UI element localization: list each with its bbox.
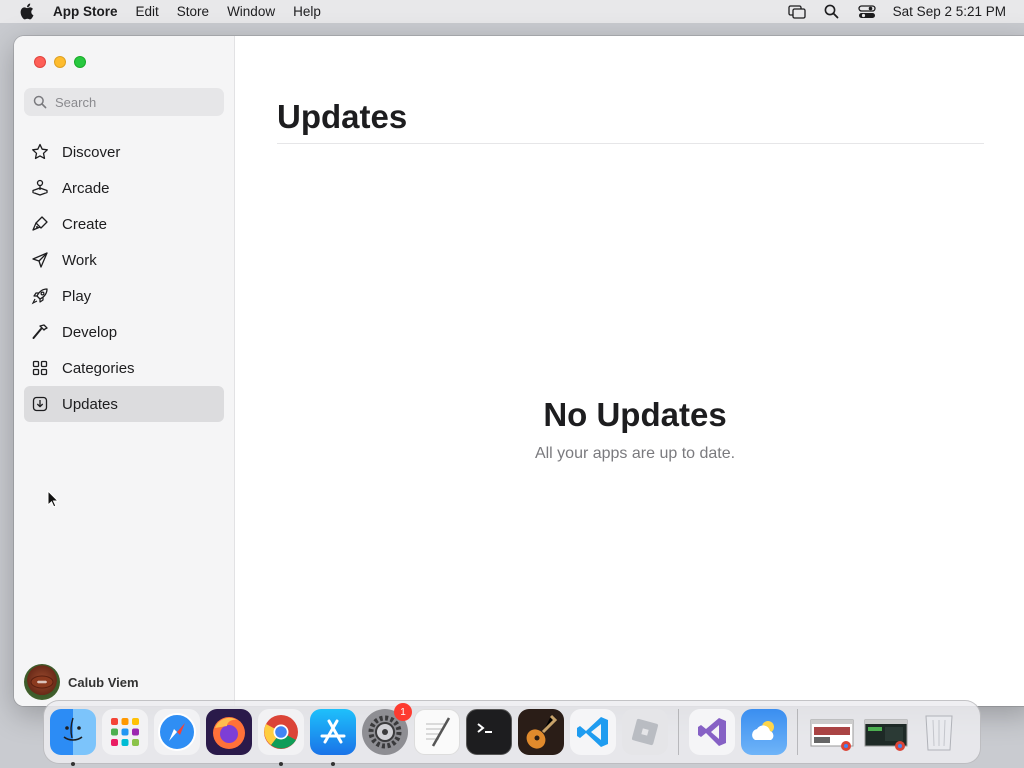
star-icon — [30, 142, 50, 162]
dock: 1 — [43, 700, 981, 766]
sidebar-item-label: Develop — [62, 323, 118, 341]
menu-bar-clock[interactable]: Sat Sep 2 5:21 PM — [893, 4, 1006, 19]
running-indicator — [331, 762, 335, 766]
sidebar-item-label: Categories — [62, 359, 135, 377]
visual-studio-icon — [698, 718, 726, 746]
dock-weather[interactable] — [741, 709, 787, 755]
avatar — [24, 664, 60, 700]
dock-textedit[interactable] — [414, 709, 460, 755]
sidebar-item-arcade[interactable]: Arcade — [24, 170, 224, 206]
sidebar-item-create[interactable]: Create — [24, 206, 224, 242]
screen-mirroring-icon[interactable] — [788, 4, 806, 20]
window-controls — [34, 56, 94, 68]
sidebar-nav: Discover Arcade Create Work Play Develop… — [24, 134, 224, 422]
dock-trash[interactable] — [916, 709, 962, 755]
sidebar-item-label: Arcade — [62, 179, 110, 197]
dock-minimized-chrome-window-2[interactable] — [862, 709, 910, 755]
menu-app-name[interactable]: App Store — [53, 4, 118, 19]
weather-icon — [752, 721, 774, 740]
running-indicator — [279, 762, 283, 766]
menu-store[interactable]: Store — [177, 4, 209, 19]
sidebar-item-categories[interactable]: Categories — [24, 350, 224, 386]
notification-badge: 1 — [394, 703, 412, 721]
search-field[interactable] — [24, 88, 224, 116]
menu-bar: App Store Edit Store Window Help Sat Sep… — [0, 0, 1024, 23]
sidebar-item-label: Create — [62, 215, 108, 233]
dock-firefox[interactable] — [206, 709, 252, 755]
window-thumbnail-icon — [864, 719, 908, 751]
dock-finder[interactable] — [50, 709, 96, 766]
dock-safari[interactable] — [154, 709, 200, 755]
chrome-icon — [264, 715, 298, 749]
mouse-cursor-icon — [47, 490, 59, 508]
paper-plane-icon — [30, 250, 50, 270]
safari-icon — [158, 713, 196, 751]
empty-state-subtitle: All your apps are up to date. — [534, 445, 736, 462]
dock-launchpad[interactable] — [102, 709, 148, 755]
dock-minimized-chrome-window-1[interactable] — [808, 709, 856, 755]
control-center-icon[interactable] — [858, 4, 876, 20]
sidebar-item-label: Play — [62, 287, 92, 305]
search-input[interactable] — [55, 94, 215, 110]
close-window-button[interactable] — [34, 56, 46, 68]
account-button[interactable]: Calub Viem — [24, 664, 139, 700]
trash-icon — [925, 715, 953, 751]
joystick-icon — [30, 178, 50, 198]
brush-icon — [30, 214, 50, 234]
dock-separator — [797, 709, 798, 755]
textedit-icon — [426, 717, 451, 747]
vscode-icon — [577, 717, 608, 747]
sidebar-item-label: Updates — [62, 395, 118, 413]
rocket-icon — [30, 286, 50, 306]
sidebar-item-discover[interactable]: Discover — [24, 134, 224, 170]
main-content: Updates No Updates All your apps are up … — [235, 36, 1024, 706]
spotlight-search-icon[interactable] — [823, 4, 841, 20]
dock-chrome[interactable] — [258, 709, 304, 766]
search-icon — [33, 95, 47, 109]
menu-help[interactable]: Help — [293, 4, 321, 19]
dock-vscode[interactable] — [570, 709, 616, 755]
grid-icon — [30, 358, 50, 378]
launchpad-icon — [111, 718, 139, 746]
zoom-window-button[interactable] — [74, 56, 86, 68]
dock-system-settings[interactable]: 1 — [362, 703, 412, 755]
download-icon — [30, 394, 50, 414]
sidebar-item-label: Work — [62, 251, 97, 269]
title-divider — [277, 143, 984, 144]
app-store-window: Discover Arcade Create Work — [14, 36, 1024, 706]
menu-edit[interactable]: Edit — [136, 4, 159, 19]
window-thumbnail-icon — [810, 719, 854, 751]
sidebar-item-play[interactable]: Play — [24, 278, 224, 314]
sidebar: Discover Arcade Create Work — [14, 36, 235, 706]
sidebar-item-label: Discover — [62, 143, 121, 161]
dock-roblox[interactable] — [622, 709, 668, 755]
dock-visual-studio[interactable] — [689, 709, 735, 755]
guitar-icon — [526, 714, 558, 749]
minimize-window-button[interactable] — [54, 56, 66, 68]
firefox-icon — [213, 717, 245, 749]
app-store-icon — [320, 719, 346, 744]
menu-window[interactable]: Window — [227, 4, 275, 19]
dock-separator — [678, 709, 679, 755]
empty-state-title: No Updates — [543, 396, 727, 433]
dock-terminal[interactable] — [466, 709, 512, 755]
dock-app-store[interactable] — [310, 709, 356, 766]
dock-garageband[interactable] — [518, 709, 564, 755]
apple-menu-icon[interactable] — [19, 3, 35, 20]
page-title: Updates — [277, 98, 408, 135]
user-name: Calub Viem — [68, 674, 139, 690]
finder-icon — [63, 717, 83, 741]
sidebar-item-work[interactable]: Work — [24, 242, 224, 278]
sidebar-item-develop[interactable]: Develop — [24, 314, 224, 350]
roblox-icon — [631, 718, 659, 746]
hammer-icon — [30, 322, 50, 342]
terminal-icon — [477, 723, 492, 733]
running-indicator — [71, 762, 75, 766]
sidebar-item-updates[interactable]: Updates — [24, 386, 224, 422]
